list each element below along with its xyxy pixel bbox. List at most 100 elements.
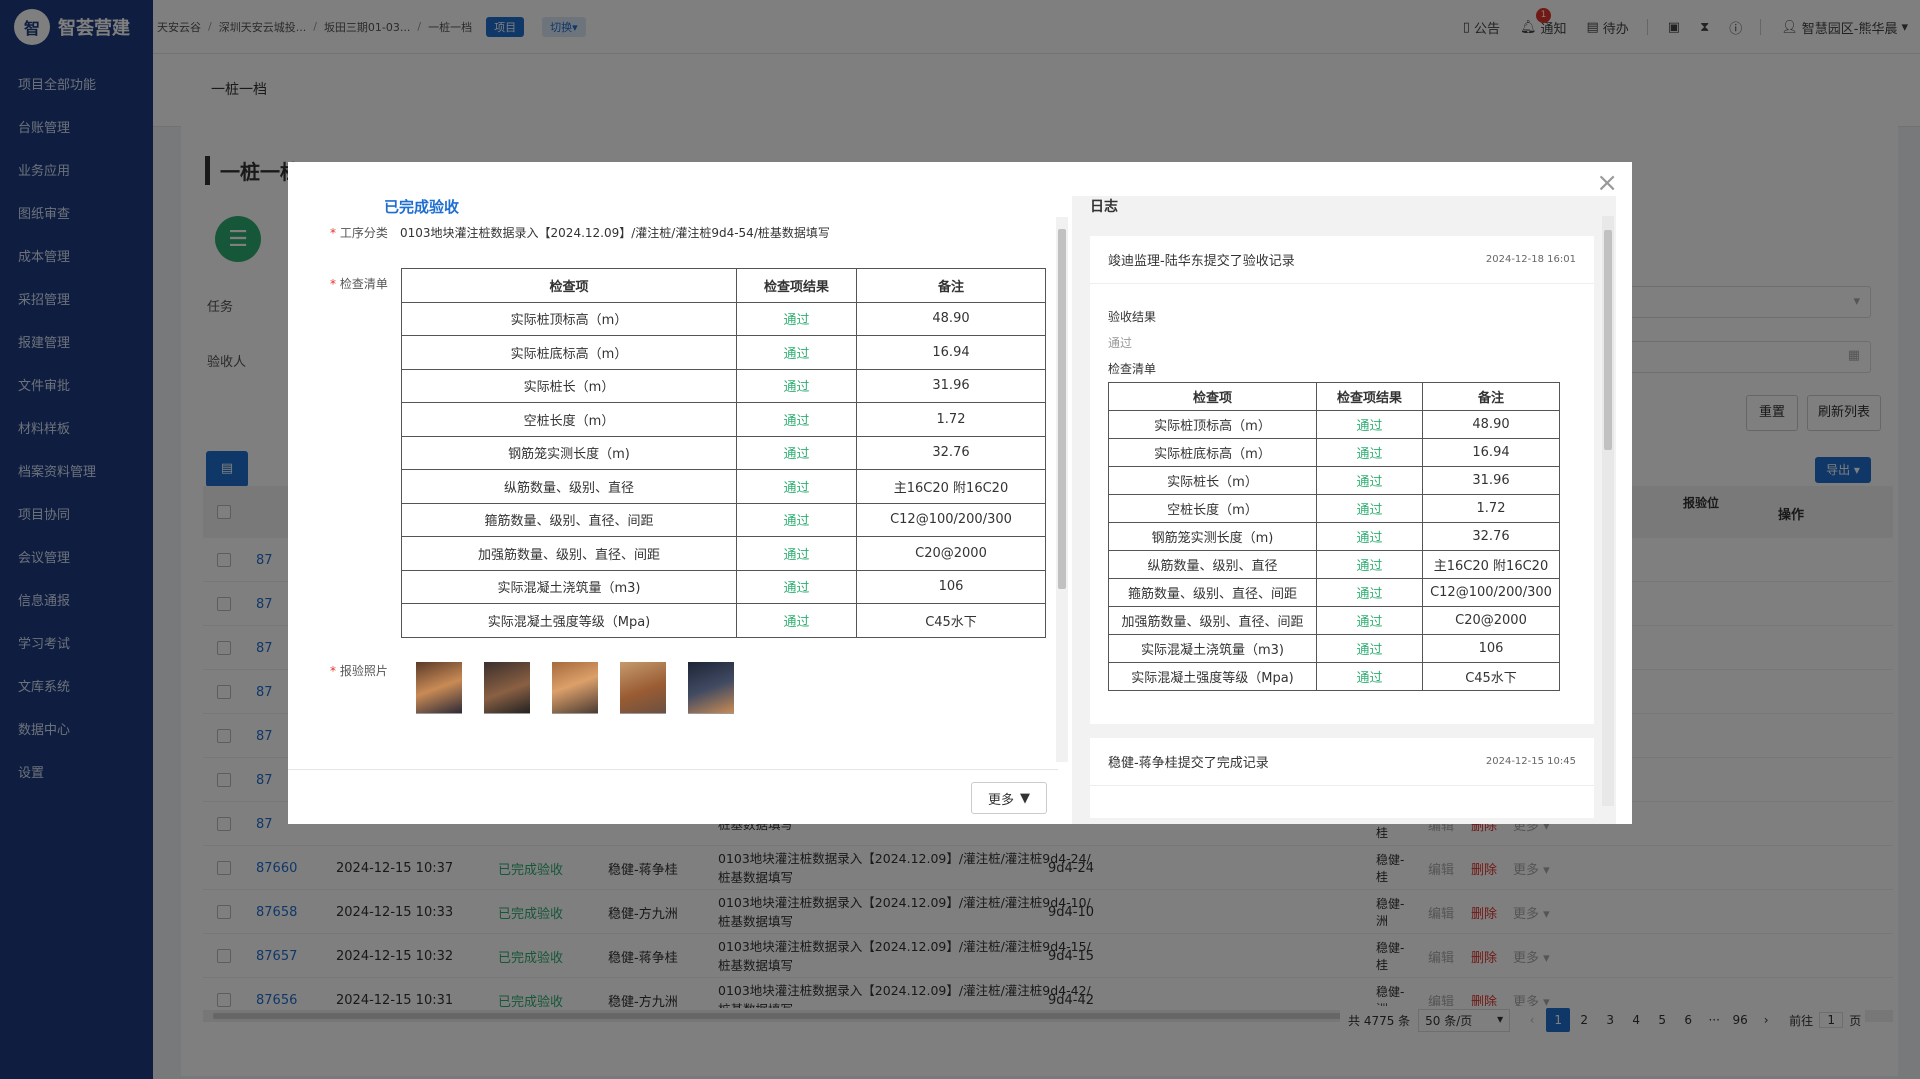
checklist-header: 检查项结果 [736, 268, 857, 303]
log-entry-header: 竣迪监理-陆华东提交了验收记录 2024-12-18 16:01 [1090, 236, 1594, 284]
check-item: 实际桩底标高（m） [401, 335, 737, 370]
check-remark: 31.96 [856, 368, 1046, 403]
checklist-row: 钢筋笼实测长度（m) 通过 32.76 [401, 435, 1046, 470]
acceptance-detail-modal: × 已完成验收 * 工序分类 0103地块灌注桩数据录入【2024.12.09】… [288, 162, 1632, 824]
checklist-row: 实际桩顶标高（m） 通过 48.90 [1108, 410, 1560, 439]
checklist-header: 备注 [856, 268, 1046, 303]
check-remark: 16.94 [856, 335, 1046, 370]
log-entry-author: 竣迪监理-陆华东提交了验收记录 [1108, 254, 1295, 269]
detail-scrollbar[interactable] [1056, 217, 1068, 762]
check-remark: 31.96 [1422, 466, 1560, 495]
check-result: 通过 [736, 301, 857, 336]
checklist-row: 实际混凝土浇筑量（m3) 通过 106 [401, 569, 1046, 604]
checklist-header: 检查项 [401, 268, 737, 303]
check-item: 实际混凝土浇筑量（m3) [1108, 634, 1317, 663]
checklist-row: 实际桩底标高（m） 通过 16.94 [1108, 438, 1560, 467]
check-result: 通过 [736, 469, 857, 504]
check-item: 实际混凝土强度等级（Mpa) [401, 603, 737, 638]
photos-label: * 报验照片 [330, 664, 388, 678]
log-checklist-table: 检查项 检查项结果 备注 实际桩顶标高（m） 通过 48.90 实际桩底标高（m） 通过 16.… [1108, 382, 1560, 691]
inspection-photo[interactable] [416, 662, 462, 714]
caret-down-icon: ▼ [1020, 790, 1030, 806]
log-scrollbar[interactable] [1602, 216, 1614, 806]
check-result: 通过 [736, 536, 857, 571]
check-result: 通过 [1316, 634, 1423, 663]
checklist-row: 加强筋数量、级别、直径、间距 通过 C20@2000 [1108, 606, 1560, 635]
result-value: 通过 [1108, 336, 1133, 350]
check-item: 实际桩长（m） [1108, 466, 1317, 495]
checklist-row: 实际桩顶标高（m） 通过 48.90 [401, 301, 1046, 336]
check-remark: 主16C20 附16C20 [856, 469, 1046, 504]
check-remark: C45水下 [856, 603, 1046, 638]
checklist-header: 备注 [1422, 382, 1560, 411]
check-remark: C20@2000 [1422, 606, 1560, 635]
log-entry-header: 稳健-蒋争桂提交了完成记录 2024-12-15 10:45 [1090, 738, 1594, 786]
check-item: 实际桩底标高（m） [1108, 438, 1317, 467]
check-item: 空桩长度（m） [401, 402, 737, 437]
check-result: 通过 [736, 502, 857, 537]
inspection-photo[interactable] [484, 662, 530, 714]
more-label: 更多 [987, 792, 1014, 808]
log-entry-time: 2024-12-18 16:01 [1485, 254, 1576, 265]
inspection-photo[interactable] [688, 662, 734, 714]
modal-footer [288, 769, 1058, 824]
check-item: 加强筋数量、级别、直径、间距 [401, 536, 737, 571]
checklist-row: 实际桩长（m） 通过 31.96 [401, 368, 1046, 403]
check-item: 实际桩顶标高（m） [401, 301, 737, 336]
checklist-row: 纵筋数量、级别、直径 通过 主16C20 附16C20 [401, 469, 1046, 504]
inspection-photo[interactable] [552, 662, 598, 714]
check-result: 通过 [1316, 494, 1423, 523]
check-result: 通过 [1316, 522, 1423, 551]
log-checklist-label: 检查清单 [1108, 362, 1157, 376]
check-remark: 32.76 [1422, 522, 1560, 551]
check-item: 实际桩顶标高（m） [1108, 410, 1317, 439]
scrollbar-thumb[interactable] [1604, 230, 1612, 450]
checklist-row: 空桩长度（m） 通过 1.72 [1108, 494, 1560, 523]
checklist-label: * 检查清单 [330, 277, 388, 291]
check-remark: 主16C20 附16C20 [1422, 550, 1560, 579]
more-button[interactable]: 更多 ▼ [971, 782, 1047, 814]
check-result: 通过 [736, 402, 857, 437]
scrollbar-thumb[interactable] [1058, 229, 1066, 589]
check-result: 通过 [736, 368, 857, 403]
checklist-row: 空桩长度（m） 通过 1.72 [401, 402, 1046, 437]
checklist-row: 实际混凝土强度等级（Mpa) 通过 C45水下 [401, 603, 1046, 638]
check-remark: 48.90 [1422, 410, 1560, 439]
check-remark: 32.76 [856, 435, 1046, 470]
check-remark: C20@2000 [856, 536, 1046, 571]
check-result: 通过 [736, 603, 857, 638]
photo-gallery [416, 662, 734, 714]
check-remark: C45水下 [1422, 662, 1560, 691]
check-item: 钢筋笼实测长度（m) [1108, 522, 1317, 551]
checklist-row: 实际桩底标高（m） 通过 16.94 [401, 335, 1046, 370]
log-title: 日志 [1090, 199, 1118, 215]
check-remark: 1.72 [1422, 494, 1560, 523]
checklist-row: 实际混凝土浇筑量（m3) 通过 106 [1108, 634, 1560, 663]
check-item: 箍筋数量、级别、直径、间距 [401, 502, 737, 537]
check-item: 纵筋数量、级别、直径 [1108, 550, 1317, 579]
check-result: 通过 [1316, 438, 1423, 467]
log-entry-author: 稳健-蒋争桂提交了完成记录 [1108, 756, 1269, 771]
check-item: 加强筋数量、级别、直径、间距 [1108, 606, 1317, 635]
check-remark: 48.90 [856, 301, 1046, 336]
check-item: 实际混凝土浇筑量（m3) [401, 569, 737, 604]
inspection-photo[interactable] [620, 662, 666, 714]
log-entry: 竣迪监理-陆华东提交了验收记录 2024-12-18 16:01 验收结果 通过 … [1090, 236, 1594, 724]
result-label: 验收结果 [1108, 310, 1157, 324]
checklist-row: 箍筋数量、级别、直径、间距 通过 C12@100/200/300 [401, 502, 1046, 537]
check-result: 通过 [1316, 550, 1423, 579]
check-result: 通过 [1316, 606, 1423, 635]
category-label: * 工序分类 [330, 226, 388, 240]
check-remark: 106 [1422, 634, 1560, 663]
log-entry: 稳健-蒋争桂提交了完成记录 2024-12-15 10:45 [1090, 738, 1594, 818]
status-label: 已完成验收 [384, 198, 460, 216]
check-remark: 1.72 [856, 402, 1046, 437]
check-remark: C12@100/200/300 [856, 502, 1046, 537]
close-icon[interactable]: × [1596, 170, 1618, 196]
log-entry-time: 2024-12-15 10:45 [1485, 756, 1576, 767]
checklist-row: 实际混凝土强度等级（Mpa) 通过 C45水下 [1108, 662, 1560, 691]
check-item: 钢筋笼实测长度（m) [401, 435, 737, 470]
check-result: 通过 [1316, 410, 1423, 439]
check-item: 实际混凝土强度等级（Mpa) [1108, 662, 1317, 691]
category-value: 0103地块灌注桩数据录入【2024.12.09】/灌注桩/灌注桩9d4-54/… [400, 226, 830, 240]
